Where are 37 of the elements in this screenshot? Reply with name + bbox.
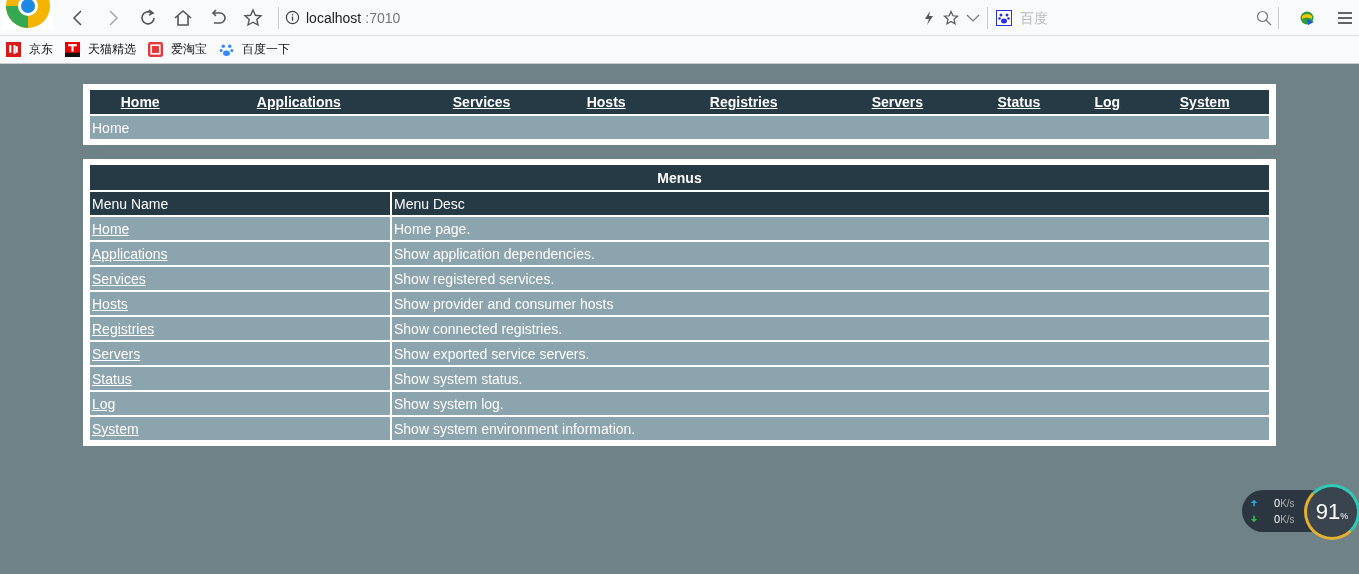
menu-icon[interactable] — [1337, 9, 1353, 26]
bookmark-icon — [6, 42, 21, 57]
search-field[interactable]: 百度 — [1018, 8, 1222, 27]
address-field[interactable]: localhost :7010 — [304, 4, 921, 31]
table-cell: Show connected registries. — [392, 317, 1269, 340]
star-icon[interactable] — [943, 9, 959, 26]
bookmark-item[interactable]: 天猫精选 — [65, 41, 136, 58]
table-cell: Show system environment information. — [392, 417, 1269, 440]
bookmark-item[interactable]: 京东 — [6, 41, 53, 58]
table-cell: Show exported service servers. — [392, 342, 1269, 365]
table-cell: Home page. — [392, 217, 1269, 240]
arrow-up-icon — [1250, 499, 1258, 507]
bookmark-icon — [148, 42, 163, 57]
table-cell: Show application dependencies. — [392, 242, 1269, 265]
table-cell: Show system status. — [392, 367, 1269, 390]
search-icon[interactable] — [1256, 9, 1272, 26]
globe-icon[interactable] — [1299, 9, 1315, 26]
breadcrumb: Home — [90, 116, 1269, 139]
paw-icon[interactable] — [996, 9, 1012, 26]
bookmark-item[interactable]: 爱淘宝 — [148, 41, 207, 58]
column-header: Menu Name — [90, 192, 390, 215]
table-title: Menus — [90, 165, 1269, 190]
usage-gauge: 91% — [1304, 484, 1359, 540]
paw-icon — [219, 42, 234, 57]
info-icon[interactable] — [285, 10, 300, 25]
table-cell: Show provider and consumer hosts — [392, 292, 1269, 315]
star-icon[interactable] — [243, 7, 263, 28]
download-speed: 0K/s — [1274, 513, 1295, 525]
home-icon[interactable] — [173, 7, 193, 28]
upload-speed: 0K/s — [1274, 497, 1295, 509]
arrow-down-icon — [1250, 515, 1258, 523]
bookmark-icon — [65, 42, 80, 57]
table-cell: Show registered services. — [392, 267, 1269, 290]
table-cell: Show system log. — [392, 392, 1269, 415]
column-header: Menu Desc — [392, 192, 1269, 215]
reload-icon[interactable] — [138, 7, 158, 28]
bookmark-item[interactable]: 百度一下 — [219, 41, 290, 58]
